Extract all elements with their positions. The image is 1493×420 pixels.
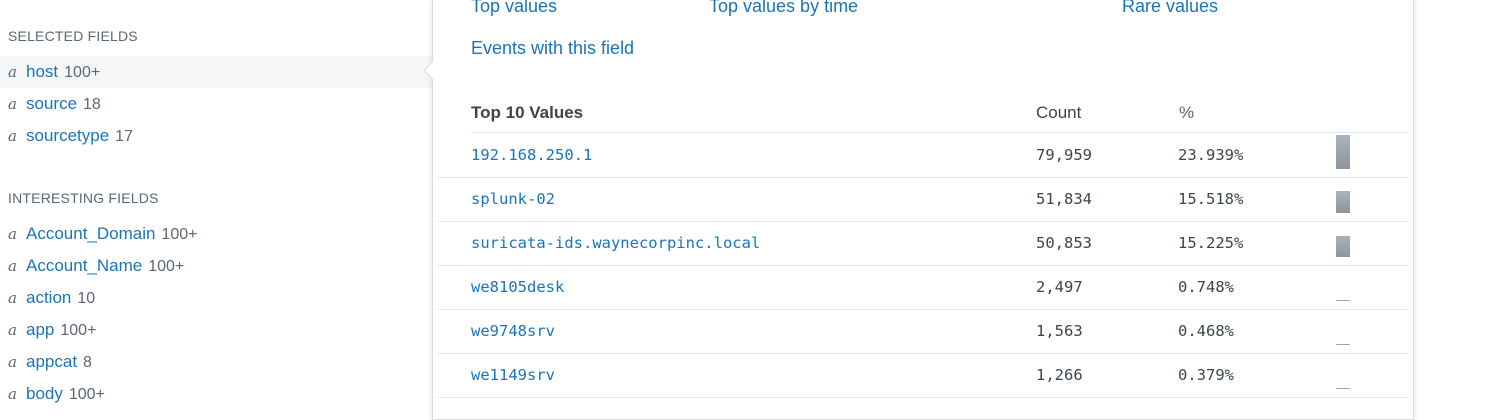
string-type-icon: a	[8, 63, 17, 81]
field-name: Account_Name	[26, 256, 143, 275]
string-type-icon: a	[8, 225, 17, 243]
value-percent: 0.748%	[1178, 278, 1234, 296]
field-account-name[interactable]: a Account_Name 100+	[0, 250, 432, 282]
string-type-icon: a	[8, 321, 17, 339]
value-count: 51,834	[1036, 190, 1092, 208]
field-count: 8	[83, 354, 92, 371]
percent-bar	[1336, 300, 1350, 301]
field-count: 100+	[68, 386, 105, 403]
value-count: 50,853	[1036, 234, 1092, 252]
value-percent: 0.379%	[1178, 366, 1234, 384]
field-count: 18	[83, 96, 101, 113]
field-name: action	[26, 288, 72, 307]
value-link[interactable]: we8105desk	[471, 278, 564, 296]
field-name: app	[26, 320, 55, 339]
field-name: source	[26, 94, 78, 113]
field-name: appcat	[26, 352, 78, 371]
table-row: we9748srv 1,563 0.468%	[438, 310, 1409, 354]
field-name: Account_Domain	[26, 224, 156, 243]
string-type-icon: a	[8, 257, 17, 275]
value-percent: 15.518%	[1178, 190, 1244, 208]
value-count: 1,563	[1036, 322, 1083, 340]
field-action[interactable]: a action 10	[0, 282, 432, 314]
field-source[interactable]: a source 18	[0, 88, 432, 120]
string-type-icon: a	[8, 353, 17, 371]
values-table-header: Top 10 Values Count %	[471, 96, 1409, 133]
percent-bar	[1336, 344, 1350, 345]
field-account-domain[interactable]: a Account_Domain 100+	[0, 218, 432, 250]
string-type-icon: a	[8, 385, 17, 403]
field-host[interactable]: a host 100+	[0, 56, 432, 88]
count-column-header: Count	[1036, 103, 1082, 122]
field-name: host	[26, 62, 59, 81]
table-row: 192.168.250.1 79,959 23.939%	[438, 134, 1409, 178]
string-type-icon: a	[8, 95, 17, 113]
value-link[interactable]: we1149srv	[471, 366, 555, 384]
field-body[interactable]: a body 100+	[0, 378, 432, 410]
field-appcat[interactable]: a appcat 8	[0, 346, 432, 378]
fields-sidebar: SELECTED FIELDS a host 100+ a source 18 a sou…	[0, 0, 432, 403]
percent-bar	[1336, 135, 1350, 169]
value-link[interactable]: suricata-ids.waynecorpinc.local	[471, 234, 760, 252]
field-count: 17	[115, 128, 133, 145]
string-type-icon: a	[8, 289, 17, 307]
value-percent: 15.225%	[1178, 234, 1244, 252]
selected-fields-title: SELECTED FIELDS	[8, 28, 138, 44]
percent-bar	[1336, 388, 1350, 389]
rare-values-link[interactable]: Rare values	[1122, 0, 1218, 17]
table-row: we8105desk 2,497 0.748%	[438, 266, 1409, 310]
top-values-link[interactable]: Top values	[471, 0, 557, 17]
value-count: 79,959	[1036, 146, 1092, 164]
field-count: 100+	[148, 258, 185, 275]
table-row: we1149srv 1,266 0.379%	[438, 354, 1409, 398]
table-row: suricata-ids.waynecorpinc.local 50,853 1…	[438, 222, 1409, 266]
value-link[interactable]: we9748srv	[471, 322, 555, 340]
percent-bar	[1336, 236, 1350, 257]
field-count: 100+	[60, 322, 97, 339]
field-count: 100+	[161, 226, 198, 243]
events-with-field-link[interactable]: Events with this field	[471, 38, 634, 59]
value-link[interactable]: 192.168.250.1	[471, 146, 592, 164]
field-app[interactable]: a app 100+	[0, 314, 432, 346]
value-count: 1,266	[1036, 366, 1083, 384]
top-values-by-time-link[interactable]: Top values by time	[709, 0, 858, 17]
value-percent: 23.939%	[1178, 146, 1244, 164]
field-count: 10	[77, 290, 96, 307]
string-type-icon: a	[8, 127, 17, 145]
field-name: body	[26, 384, 63, 403]
field-sourcetype[interactable]: a sourcetype 17	[0, 120, 432, 152]
field-name: sourcetype	[26, 126, 110, 145]
percent-column-header: %	[1179, 103, 1195, 122]
value-link[interactable]: splunk-02	[471, 190, 555, 208]
top-values-column-header: Top 10 Values	[471, 103, 584, 122]
field-count: 100+	[64, 64, 101, 81]
value-percent: 0.468%	[1178, 322, 1234, 340]
percent-bar	[1336, 191, 1350, 213]
value-count: 2,497	[1036, 278, 1083, 296]
table-row: splunk-02 51,834 15.518%	[438, 178, 1409, 222]
interesting-fields-title: INTERESTING FIELDS	[8, 190, 159, 206]
